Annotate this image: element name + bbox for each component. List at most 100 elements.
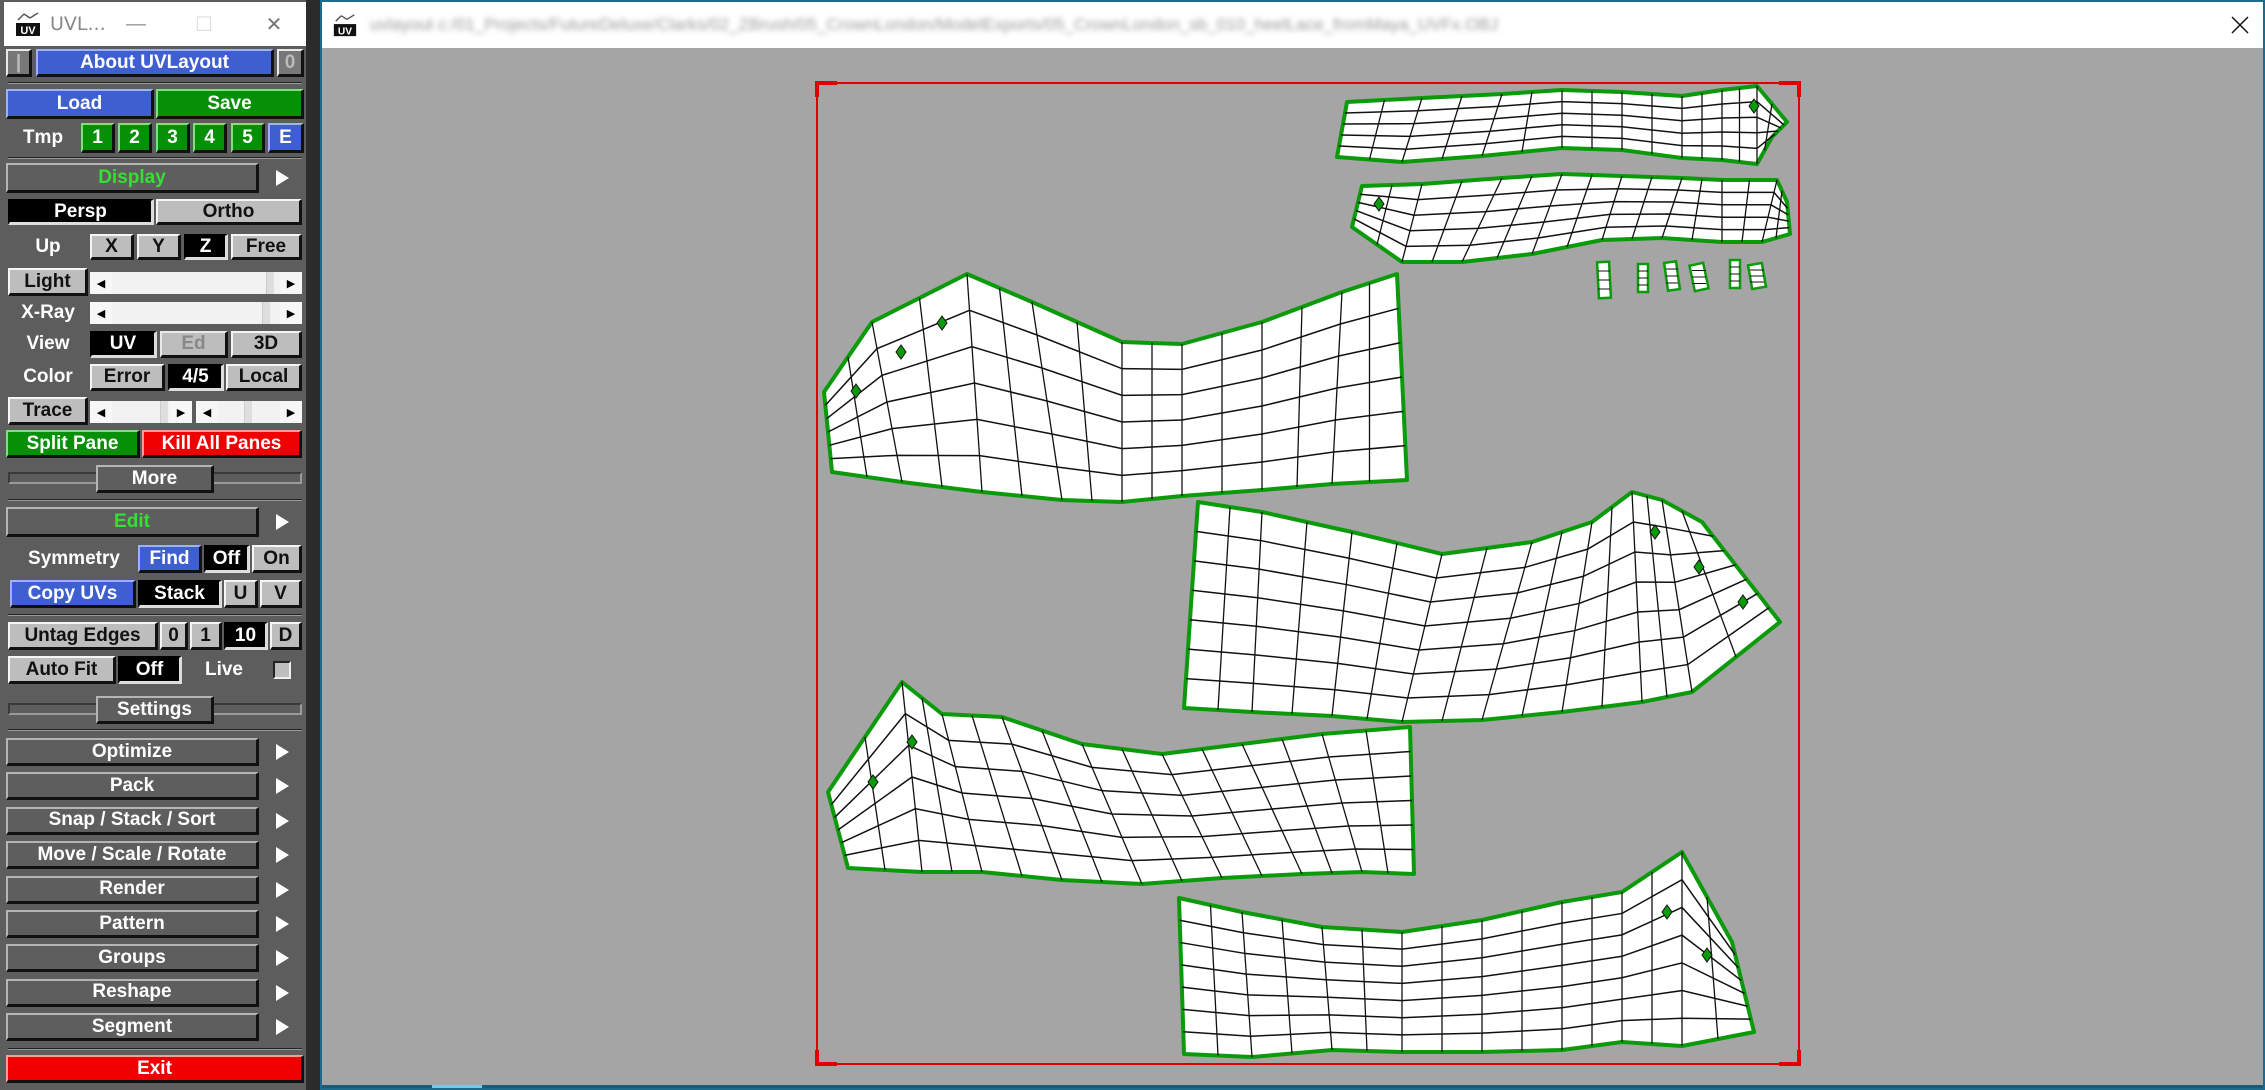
tmp-slot-3[interactable]: 3	[156, 123, 190, 153]
persp-toggle[interactable]: Persp	[8, 199, 154, 225]
slider-right-arrow-icon[interactable]: ▶	[170, 401, 192, 423]
slider-thumb[interactable]	[262, 302, 270, 324]
about-left-handle[interactable]: |	[6, 49, 32, 77]
uv-shell-small-piece[interactable]	[1746, 261, 1768, 291]
menu-pattern[interactable]: Pattern	[6, 910, 259, 938]
slider-left-arrow-icon[interactable]: ◀	[90, 272, 112, 294]
tmp-slot-1[interactable]: 1	[81, 123, 115, 153]
slider-right-arrow-icon[interactable]: ▶	[280, 401, 302, 423]
settings-button[interactable]: Settings	[96, 696, 214, 724]
ortho-toggle[interactable]: Ortho	[156, 199, 302, 225]
uv-shell-heel-panel-upper-right[interactable]	[1182, 490, 1782, 724]
display-expand-arrow-icon[interactable]	[276, 170, 289, 186]
tmp-edit-button[interactable]: E	[268, 123, 304, 153]
view-3d-toggle[interactable]: 3D	[231, 331, 302, 358]
slider-left-arrow-icon[interactable]: ◀	[196, 401, 218, 423]
minimize-button[interactable]: —	[106, 2, 166, 46]
xray-slider[interactable]: ◀ ▶	[90, 302, 302, 324]
load-button[interactable]: Load	[6, 89, 154, 119]
viewport-titlebar[interactable]: UV uvlayout c:/01_Projects/FutureDeluxe/…	[322, 2, 2263, 48]
live-checkbox[interactable]	[273, 661, 291, 679]
menu-snap-stack-sort[interactable]: Snap / Stack / Sort	[6, 806, 259, 835]
uv-shell-small-piece[interactable]	[1636, 262, 1650, 294]
auto-fit-button[interactable]: Auto Fit	[8, 656, 116, 684]
submenu-arrow-icon[interactable]	[276, 812, 289, 829]
menu-render[interactable]: Render	[6, 875, 259, 904]
uv-canvas[interactable]	[322, 48, 2263, 1087]
untag-edges-1-toggle[interactable]: 1	[190, 622, 222, 650]
edit-expand-arrow-icon[interactable]	[276, 514, 289, 530]
more-button[interactable]: More	[96, 465, 214, 493]
uv-shell-heel-panel-upper-left[interactable]	[822, 272, 1409, 504]
light-slider[interactable]: ◀ ▶	[90, 272, 302, 294]
exit-button[interactable]: Exit	[6, 1055, 304, 1083]
trace-slider-a[interactable]: ◀ ▶	[90, 401, 192, 423]
symmetry-on-toggle[interactable]: On	[252, 545, 302, 573]
up-free-toggle[interactable]: Free	[231, 234, 302, 260]
tmp-slot-4[interactable]: 4	[193, 123, 227, 153]
submenu-arrow-icon[interactable]	[276, 916, 289, 932]
submenu-arrow-icon[interactable]	[276, 847, 289, 864]
symmetry-find-button[interactable]: Find	[138, 545, 202, 573]
slider-thumb[interactable]	[266, 272, 274, 294]
submenu-arrow-icon[interactable]	[276, 881, 289, 898]
light-button[interactable]: Light	[8, 268, 88, 296]
uv-shell-small-piece[interactable]	[1728, 258, 1742, 290]
copy-uvs-v-toggle[interactable]: V	[260, 580, 302, 608]
untag-edges-d-toggle[interactable]: D	[270, 622, 302, 650]
viewport-close-button[interactable]	[2217, 2, 2263, 48]
about-uvlayout-button[interactable]: About UVLayout	[36, 49, 274, 77]
tool-window-titlebar[interactable]: UV UVL... — ☐ ✕	[4, 2, 306, 46]
view-uv-toggle[interactable]: UV	[90, 331, 157, 358]
uv-shell-heel-panel-lower-right[interactable]	[1177, 850, 1756, 1059]
submenu-arrow-icon[interactable]	[276, 778, 289, 795]
submenu-arrow-icon[interactable]	[276, 984, 289, 1001]
submenu-arrow-icon[interactable]	[276, 950, 289, 967]
slider-thumb[interactable]	[244, 401, 252, 423]
slider-right-arrow-icon[interactable]: ▶	[280, 272, 302, 294]
menu-reshape[interactable]: Reshape	[6, 978, 259, 1007]
menu-optimize[interactable]: Optimize	[6, 738, 259, 766]
menu-move-scale-rotate[interactable]: Move / Scale / Rotate	[6, 841, 259, 870]
copy-uvs-button[interactable]: Copy UVs	[10, 580, 136, 608]
menu-segment[interactable]: Segment	[6, 1013, 259, 1042]
close-button[interactable]: ✕	[244, 2, 304, 46]
tmp-slot-2[interactable]: 2	[118, 123, 152, 153]
uv-shell-small-piece[interactable]	[1687, 261, 1711, 293]
uv-shell-small-piece[interactable]	[1595, 260, 1613, 300]
color-local-toggle[interactable]: Local	[226, 364, 302, 391]
color-4-5-toggle[interactable]: 4/5	[168, 364, 224, 391]
display-section-header[interactable]: Display	[6, 163, 259, 193]
trace-button[interactable]: Trace	[8, 397, 88, 425]
auto-fit-off-toggle[interactable]: Off	[118, 656, 182, 684]
maximize-button[interactable]: ☐	[174, 2, 234, 46]
slider-left-arrow-icon[interactable]: ◀	[90, 302, 112, 324]
about-right-handle[interactable]: 0	[277, 49, 304, 77]
up-z-toggle[interactable]: Z	[184, 234, 228, 260]
up-y-toggle[interactable]: Y	[137, 234, 181, 260]
copy-uvs-stack-toggle[interactable]: Stack	[138, 580, 222, 608]
copy-uvs-u-toggle[interactable]: U	[224, 580, 258, 608]
untag-edges-button[interactable]: Untag Edges	[8, 622, 158, 650]
menu-groups[interactable]: Groups	[6, 944, 259, 973]
uv-shell-strap-top-1[interactable]	[1335, 84, 1789, 166]
save-button[interactable]: Save	[156, 89, 304, 119]
untag-edges-0-toggle[interactable]: 0	[160, 622, 188, 650]
uv-shell-strap-top-2[interactable]	[1350, 172, 1792, 264]
submenu-arrow-icon[interactable]	[276, 744, 289, 760]
color-error-toggle[interactable]: Error	[90, 364, 165, 391]
edit-section-header[interactable]: Edit	[6, 507, 259, 537]
slider-left-arrow-icon[interactable]: ◀	[90, 401, 112, 423]
untag-edges-10-toggle[interactable]: 10	[224, 622, 268, 650]
slider-thumb[interactable]	[160, 401, 168, 423]
split-pane-button[interactable]: Split Pane	[6, 430, 140, 458]
trace-slider-b[interactable]: ◀ ▶	[196, 401, 302, 423]
tmp-slot-5[interactable]: 5	[231, 123, 265, 153]
up-x-toggle[interactable]: X	[90, 234, 134, 260]
symmetry-off-toggle[interactable]: Off	[204, 545, 250, 573]
kill-all-panes-button[interactable]: Kill All Panes	[142, 430, 302, 458]
slider-right-arrow-icon[interactable]: ▶	[280, 302, 302, 324]
submenu-arrow-icon[interactable]	[276, 1019, 289, 1036]
menu-pack[interactable]: Pack	[6, 772, 259, 801]
uv-shell-small-piece[interactable]	[1662, 259, 1682, 293]
